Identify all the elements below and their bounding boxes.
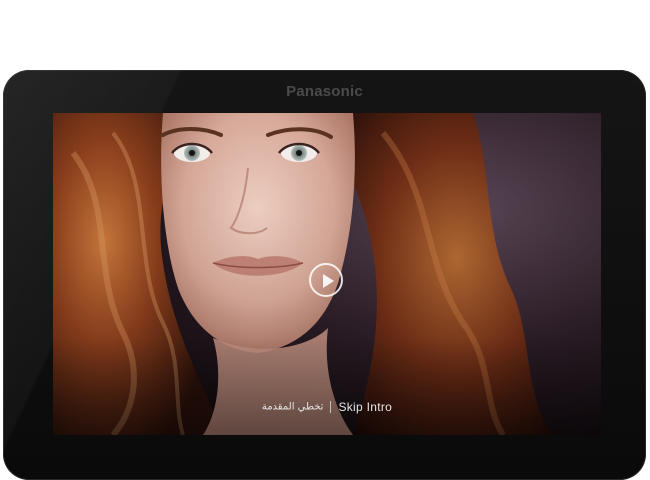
skip-intro-link[interactable]: Skip Intro (338, 400, 392, 414)
brand-logo: Panasonic (286, 83, 363, 100)
skip-divider (330, 401, 332, 413)
skip-intro-row: تخطي المقدمة Skip Intro (53, 400, 601, 414)
skip-intro-arabic-link[interactable]: تخطي المقدمة (262, 402, 324, 413)
play-icon (323, 274, 334, 288)
play-button[interactable] (309, 263, 343, 297)
video-screen[interactable]: تخطي المقدمة Skip Intro (53, 113, 601, 435)
tablet-device: Panasonic تخطي المقدمة Skip Intro (3, 70, 646, 480)
